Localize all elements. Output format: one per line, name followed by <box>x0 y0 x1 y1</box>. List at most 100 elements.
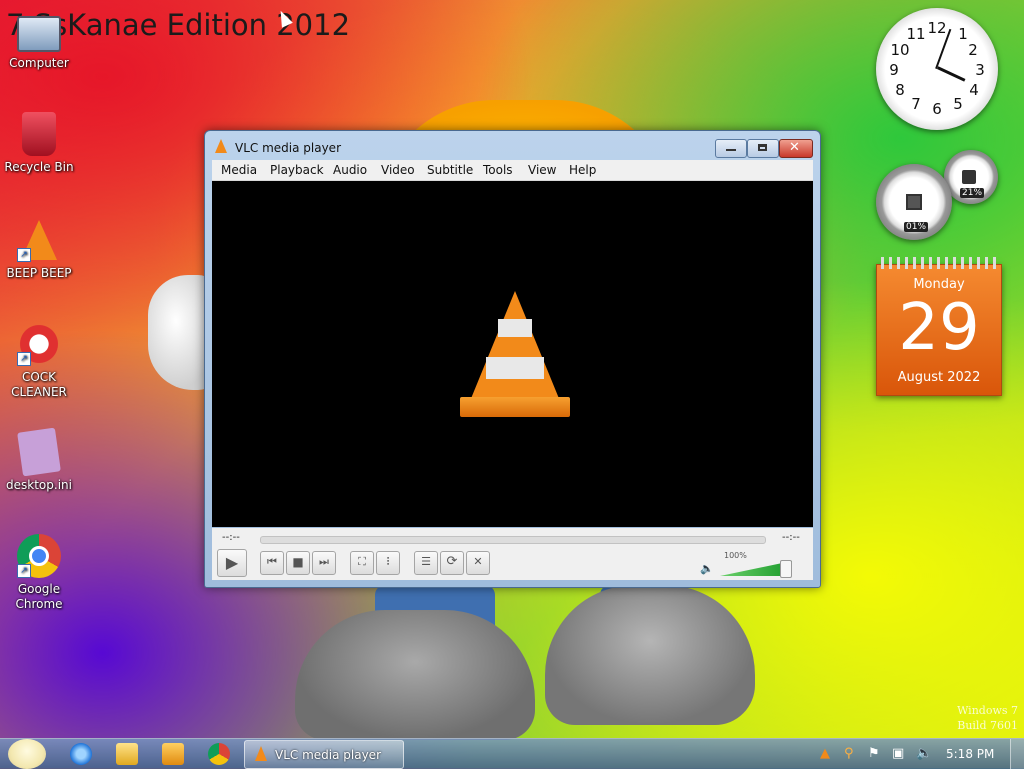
menu-bar: Media Playback Audio Video Subtitle Tool… <box>212 160 813 181</box>
desktop-icon-desktop-ini[interactable]: desktop.ini <box>2 427 76 493</box>
clock-hour-hand <box>937 66 966 82</box>
ccleaner-icon: ↗ <box>17 322 61 366</box>
clock-number: 6 <box>932 100 942 118</box>
clock-number: 3 <box>975 61 985 79</box>
desktop-icon-label: BEEP BEEP <box>6 266 72 280</box>
desktop-icon-label: Recycle Bin <box>4 160 74 174</box>
desktop-icon-label: Google Chrome <box>15 582 63 611</box>
menu-video[interactable]: Video <box>381 163 415 177</box>
window-title: VLC media player <box>235 141 342 155</box>
menu-tools[interactable]: Tools <box>483 163 513 177</box>
cone-stripe <box>498 319 532 337</box>
memory-percent: 21% <box>960 188 985 198</box>
memory-icon <box>962 170 976 184</box>
vlc-window: VLC media player ✕ Media Playback Audio … <box>204 130 821 588</box>
clock-number: 5 <box>953 95 963 113</box>
recycle-bin-icon <box>22 112 56 156</box>
internet-explorer-icon[interactable] <box>70 743 92 765</box>
windows-watermark: Windows 7 Build 7601 <box>940 703 1018 733</box>
volume-icon[interactable]: 🔈 <box>916 746 932 761</box>
desktop-icon-computer[interactable]: Computer <box>2 10 76 71</box>
calendar-rings <box>881 257 997 269</box>
vlc-cone-icon-wrap: ↗ <box>17 218 61 262</box>
volume-percent: 100% <box>724 551 747 560</box>
calendar-gadget[interactable]: Monday 29 August 2022 <box>876 257 1002 396</box>
video-area[interactable] <box>212 181 813 527</box>
cone-body <box>470 291 560 401</box>
desktop-icon-beep-beep[interactable]: ↗ BEEP BEEP <box>2 218 76 281</box>
time-elapsed: --:-- <box>222 532 240 543</box>
volume-knob[interactable] <box>780 560 792 578</box>
previous-button[interactable] <box>260 551 284 575</box>
action-center-flag-icon[interactable]: ⚑ <box>868 746 880 761</box>
taskbar-vlc-button[interactable]: VLC media player <box>244 740 404 769</box>
menu-playback[interactable]: Playback <box>270 163 324 177</box>
wallpaper-shoe <box>545 585 755 725</box>
menu-media[interactable]: Media <box>221 163 257 177</box>
minimize-button[interactable] <box>715 139 747 158</box>
cpu-meter[interactable]: 01% <box>876 164 952 240</box>
wallpaper-shoe <box>295 610 535 740</box>
playlist-button[interactable] <box>414 551 438 575</box>
ini-file-icon <box>17 427 61 477</box>
desktop-icon-cock-cleaner[interactable]: ↗ COCK CLEANER <box>2 322 76 400</box>
desktop-icon-label: COCK CLEANER <box>11 370 67 399</box>
search-tray-icon[interactable]: ⚲ <box>844 746 854 761</box>
stop-button[interactable] <box>286 551 310 575</box>
controls-bar: --:-- --:-- 🔈 100% <box>212 528 813 580</box>
fullscreen-button[interactable] <box>350 551 374 575</box>
vlc-titlebar[interactable]: VLC media player ✕ <box>205 131 820 161</box>
menu-view[interactable]: View <box>528 163 556 177</box>
menu-audio[interactable]: Audio <box>333 163 367 177</box>
volume-slider[interactable] <box>720 560 792 578</box>
menu-subtitle[interactable]: Subtitle <box>427 163 473 177</box>
loop-button[interactable] <box>440 551 464 575</box>
vlc-logo-cone-icon <box>460 291 570 417</box>
taskbar: VLC media player ▲ ⚲ ⚑ ▣ 🔈 5:18 PM <box>0 738 1024 769</box>
play-button[interactable] <box>217 549 247 577</box>
close-button[interactable]: ✕ <box>779 139 813 158</box>
explorer-folder-icon[interactable] <box>116 743 138 765</box>
media-player-icon[interactable] <box>162 743 184 765</box>
desktop-icon-label: desktop.ini <box>6 478 72 492</box>
seek-bar[interactable] <box>260 536 766 544</box>
maximize-button[interactable] <box>747 139 779 158</box>
next-button[interactable] <box>312 551 336 575</box>
clock-number: 12 <box>927 19 947 37</box>
clock-number: 2 <box>968 41 978 59</box>
chrome-icon: ↗ <box>17 534 61 578</box>
clock-number: 10 <box>890 41 910 59</box>
vlc-tray-icon[interactable]: ▲ <box>820 746 830 761</box>
show-desktop-button[interactable] <box>1010 739 1024 769</box>
desktop-icon-recycle-bin[interactable]: Recycle Bin <box>2 112 76 175</box>
speaker-icon[interactable]: 🔈 <box>700 562 714 575</box>
cpu-percent: 01% <box>904 222 929 232</box>
memory-meter: 21% <box>944 150 998 204</box>
cone-base <box>460 397 570 417</box>
chip-icon <box>906 194 922 210</box>
cone-stripe <box>486 357 544 379</box>
shuffle-button[interactable] <box>466 551 490 575</box>
clock-gadget[interactable]: 12 1 2 3 4 5 6 7 8 9 10 11 <box>876 8 998 130</box>
clock-number: 8 <box>895 81 905 99</box>
taskbar-clock[interactable]: 5:18 PM <box>946 747 994 761</box>
calendar-day: 29 <box>898 291 980 365</box>
vlc-cone-icon <box>215 139 227 153</box>
watermark-line: Windows 7 <box>957 704 1018 717</box>
desktop-icon-google-chrome[interactable]: ↗ Google Chrome <box>2 534 76 612</box>
computer-icon <box>17 16 61 52</box>
start-button[interactable] <box>8 739 46 769</box>
watermark-line: Build 7601 <box>957 719 1018 732</box>
time-remaining: --:-- <box>782 532 800 543</box>
chrome-icon[interactable] <box>208 743 230 765</box>
extended-settings-button[interactable] <box>376 551 400 575</box>
menu-help[interactable]: Help <box>569 163 596 177</box>
desktop-icon-label: Computer <box>9 56 69 70</box>
close-icon: ✕ <box>789 140 800 155</box>
network-icon[interactable]: ▣ <box>892 746 904 761</box>
shortcut-arrow-icon: ↗ <box>17 248 31 262</box>
shortcut-arrow-icon: ↗ <box>17 352 31 366</box>
clock-number: 9 <box>889 61 899 79</box>
calendar-weekday: Monday <box>913 277 965 292</box>
taskbar-task-label: VLC media player <box>275 748 382 762</box>
